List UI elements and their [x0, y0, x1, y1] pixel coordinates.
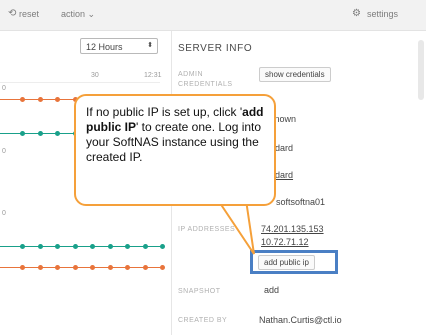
instruction-callout: If no public IP is set up, click 'add pu…	[74, 94, 276, 206]
callout-text: If no public IP is set up, click '	[86, 105, 243, 119]
